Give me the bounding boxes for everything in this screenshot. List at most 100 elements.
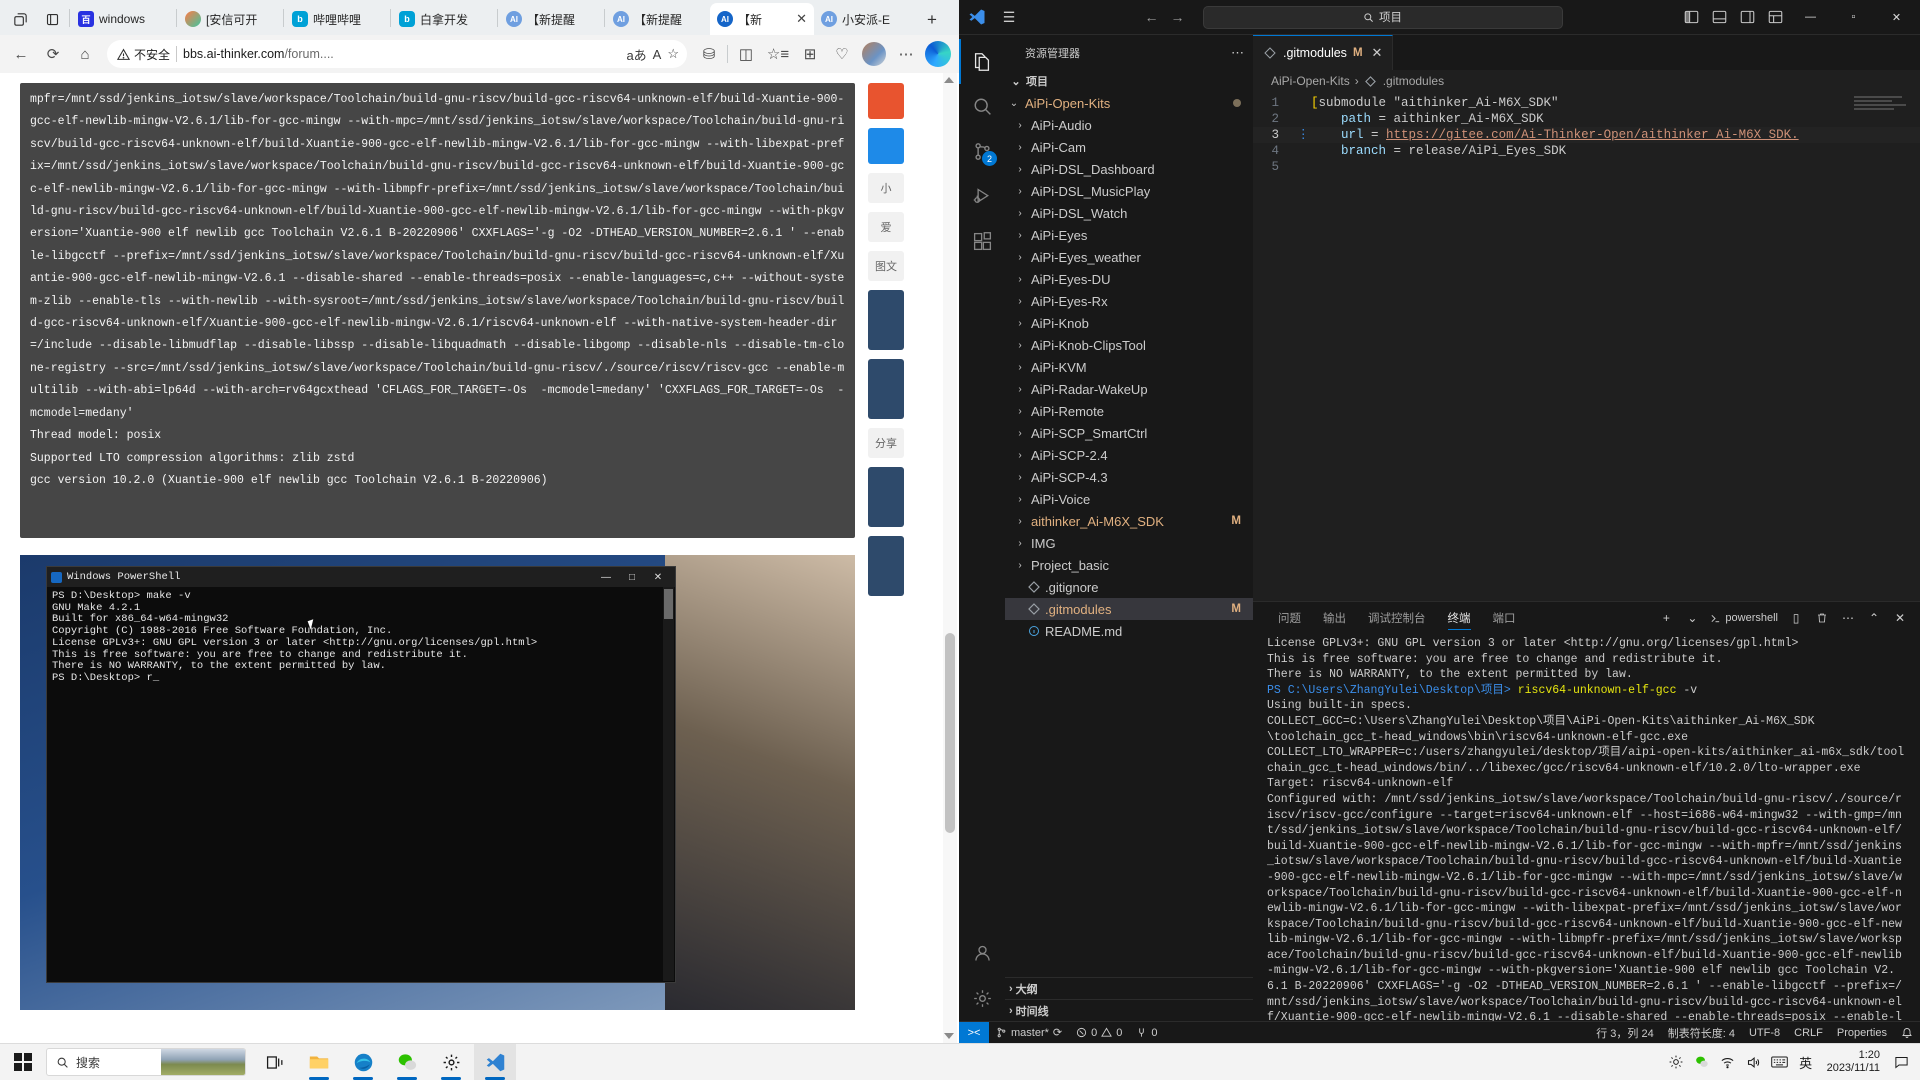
side-tile-label-2[interactable]: 图文 [868, 251, 904, 281]
panel-tab-ports[interactable]: 端口 [1482, 602, 1527, 634]
tree-item-.gitmodules[interactable]: .gitmodules M [1005, 598, 1253, 620]
file-explorer-icon[interactable] [298, 1044, 340, 1080]
notifications-icon[interactable] [1890, 1050, 1912, 1074]
page-scrollbar[interactable] [943, 73, 957, 1043]
side-tile-label-0[interactable]: 小 [868, 173, 904, 203]
toggle-primary-sidebar-icon[interactable] [1677, 0, 1705, 35]
tree-item-AiPi-SCP-4.3[interactable]: › AiPi-SCP-4.3 [1005, 466, 1253, 488]
wifi-icon[interactable] [1717, 1050, 1739, 1074]
sidebar-more-icon[interactable]: ⋯ [1231, 45, 1245, 61]
trash-icon[interactable] [1810, 605, 1834, 631]
tree-item-AiPi-Knob[interactable]: › AiPi-Knob [1005, 312, 1253, 334]
vscode-taskbar-icon[interactable] [474, 1043, 516, 1080]
panel-tab-terminal[interactable]: 终端 [1437, 602, 1482, 634]
split-screen-icon[interactable]: ◫ [731, 39, 761, 69]
breadcrumb-item-1[interactable]: .gitmodules [1383, 74, 1444, 88]
favorites-bar-icon[interactable]: ☆≡ [763, 39, 793, 69]
back-button[interactable]: ← [6, 39, 36, 69]
close-icon[interactable]: ✕ [645, 567, 671, 587]
vertical-tabs-toggle[interactable] [36, 3, 68, 35]
editor-minimap[interactable] [1854, 96, 1908, 112]
split-terminal-icon[interactable]: ▯ [1784, 605, 1808, 631]
cursor-position[interactable]: 行 3，列 24 [1589, 1022, 1660, 1044]
side-tile-collect[interactable] [868, 128, 904, 164]
language-mode[interactable]: Properties [1830, 1022, 1894, 1044]
edge-icon[interactable] [342, 1044, 384, 1080]
nav-back-button[interactable]: ← [1139, 0, 1165, 35]
brightness-icon[interactable] [1665, 1050, 1687, 1074]
panel-tab-output[interactable]: 输出 [1312, 602, 1357, 634]
scrollbar-thumb[interactable] [945, 633, 955, 833]
remote-indicator[interactable]: >< [959, 1021, 989, 1044]
tree-item-AiPi-Eyes-DU[interactable]: › AiPi-Eyes-DU [1005, 268, 1253, 290]
side-thumb-0[interactable] [868, 290, 904, 350]
keyboard-icon[interactable] [1769, 1050, 1791, 1074]
tree-item-AiPi-Knob-ClipsTool[interactable]: › AiPi-Knob-ClipsTool [1005, 334, 1253, 356]
code-editor[interactable]: 1 [submodule "aithinker_Ai-M6X_SDK" 2 pa… [1253, 92, 1920, 601]
activity-settings[interactable] [959, 976, 1005, 1021]
tree-item-README.md[interactable]: README.md [1005, 620, 1253, 642]
tree-item-AiPi-Eyes-Rx[interactable]: › AiPi-Eyes-Rx [1005, 290, 1253, 312]
toggle-secondary-sidebar-icon[interactable] [1733, 0, 1761, 35]
eol-sequence[interactable]: CRLF [1787, 1022, 1830, 1044]
side-tile-label-1[interactable]: 爱 [868, 212, 904, 242]
read-aloud-icon[interactable]: A [653, 47, 662, 62]
scroll-up-arrow[interactable] [944, 77, 954, 83]
url-token[interactable]: https://gitee.com/Ai-Thinker-Open/aithin… [1386, 127, 1799, 143]
taskbar-search-box[interactable]: 搜索 [46, 1048, 246, 1076]
tree-item-Project_basic[interactable]: › Project_basic [1005, 554, 1253, 576]
task-view-icon[interactable] [254, 1044, 296, 1080]
command-search-input[interactable]: 项目 [1202, 5, 1563, 29]
home-button[interactable]: ⌂ [70, 39, 100, 69]
tree-item-AiPi-SCP-2.4[interactable]: › AiPi-SCP-2.4 [1005, 444, 1253, 466]
side-thumb-2[interactable] [868, 467, 904, 527]
breadcrumb-item-0[interactable]: AiPi-Open-Kits [1271, 74, 1350, 88]
maximize-panel-icon[interactable]: ⌃ [1862, 605, 1886, 631]
chevron-down-icon[interactable]: ⌄ [1680, 605, 1704, 631]
tree-item-IMG[interactable]: › IMG [1005, 532, 1253, 554]
outline-section[interactable]: › 大纲 [1005, 977, 1253, 999]
tree-item-.gitignore[interactable]: .gitignore [1005, 576, 1253, 598]
tree-item-AiPi-Audio[interactable]: › AiPi-Audio [1005, 114, 1253, 136]
browser-tab-2[interactable]: b 哔哩哔哩 [285, 3, 389, 35]
tree-item-AiPi-SCP_SmartCtrl[interactable]: › AiPi-SCP_SmartCtrl [1005, 422, 1253, 444]
tab-actions-menu[interactable] [4, 3, 36, 35]
tree-item-AiPi-Eyes_weather[interactable]: › AiPi-Eyes_weather [1005, 246, 1253, 268]
browser-tab-5[interactable]: AI 【新提醒 [606, 3, 710, 35]
scroll-down-arrow[interactable] [944, 1033, 954, 1039]
new-terminal-icon[interactable]: + [1654, 605, 1678, 631]
side-thumb-3[interactable] [868, 536, 904, 596]
tree-item-AiPi-KVM[interactable]: › AiPi-KVM [1005, 356, 1253, 378]
wechat-icon[interactable] [386, 1044, 428, 1080]
address-bar[interactable]: 不安全 bbs.ai-thinker.com/forum.... aあ A ☆ [107, 40, 687, 68]
terminal-shell-label[interactable]: powershell [1706, 612, 1782, 624]
tree-item-AiPi-DSL_MusicPlay[interactable]: › AiPi-DSL_MusicPlay [1005, 180, 1253, 202]
close-icon[interactable]: ✕ [1372, 45, 1383, 61]
activity-explorer[interactable] [959, 39, 1005, 84]
editor-tab-gitmodules[interactable]: .gitmodules M ✕ [1253, 35, 1394, 70]
window-close-button[interactable]: ✕ [1875, 0, 1918, 35]
window-minimize-button[interactable]: — [1789, 0, 1832, 35]
maximize-icon[interactable]: □ [619, 567, 645, 587]
activity-source-control[interactable]: 2 [959, 129, 1005, 174]
tree-item-AiPi-DSL_Watch[interactable]: › AiPi-DSL_Watch [1005, 202, 1253, 224]
encoding[interactable]: UTF-8 [1742, 1022, 1787, 1044]
add-tab-group-icon[interactable]: ⊞ [795, 39, 825, 69]
minimize-icon[interactable]: — [593, 567, 619, 587]
ime-indicator[interactable]: 英 [1795, 1050, 1817, 1074]
close-icon[interactable]: ✕ [796, 11, 807, 27]
side-tile-label-3[interactable]: 分享 [868, 428, 904, 458]
nav-forward-button[interactable]: → [1165, 0, 1191, 35]
start-button[interactable] [0, 1044, 46, 1080]
tree-item-AiPi-Voice[interactable]: › AiPi-Voice [1005, 488, 1253, 510]
avatar[interactable] [859, 39, 889, 69]
translate-icon[interactable]: aあ [626, 45, 646, 64]
tree-item-AiPi-Eyes[interactable]: › AiPi-Eyes [1005, 224, 1253, 246]
tree-root-AiPi-Open-Kits[interactable]: ⌄ AiPi-Open-Kits [1005, 92, 1253, 114]
side-tile-share[interactable] [868, 83, 904, 119]
git-branch-status[interactable]: master* ⟳ [989, 1022, 1069, 1044]
explorer-section-header[interactable]: ⌄ 项目 [1005, 70, 1253, 92]
panel-tab-problems[interactable]: 问题 [1267, 602, 1312, 634]
new-tab-button[interactable]: + [918, 5, 946, 35]
activity-extensions[interactable] [959, 219, 1005, 264]
